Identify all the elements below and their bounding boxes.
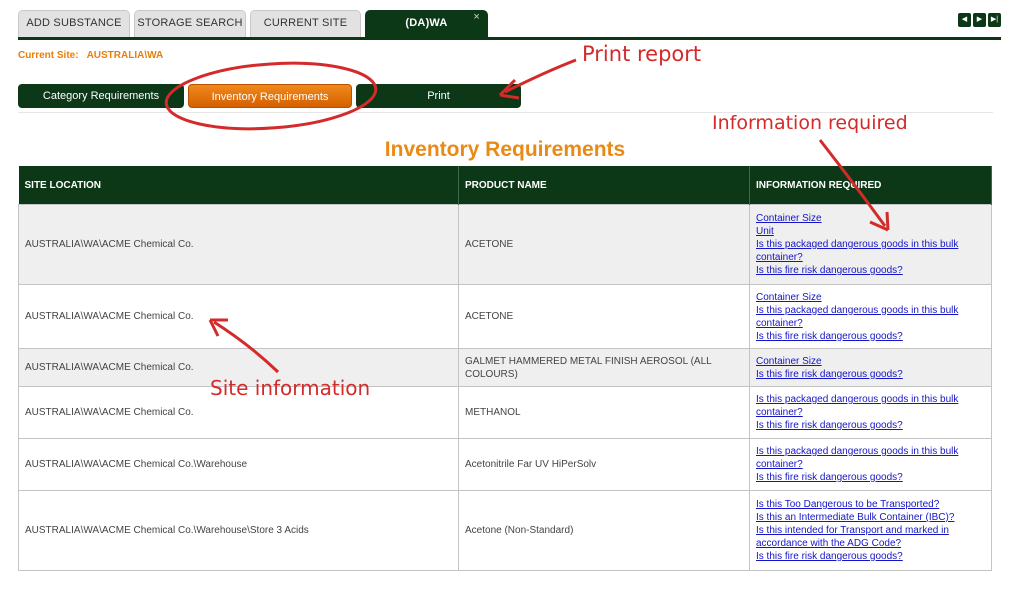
- info-link[interactable]: Is this intended for Transport and marke…: [756, 524, 985, 550]
- tab-navigation: ◀ ▶ ▶|: [958, 13, 1001, 28]
- info-link[interactable]: Unit: [756, 225, 985, 238]
- info-link[interactable]: Is this fire risk dangerous goods?: [756, 330, 985, 343]
- information-required-cell: Is this packaged dangerous goods in this…: [749, 386, 992, 439]
- info-link[interactable]: Is this packaged dangerous goods in this…: [756, 238, 985, 264]
- info-link[interactable]: Container Size: [756, 291, 985, 304]
- info-link[interactable]: Is this fire risk dangerous goods?: [756, 471, 985, 484]
- table-row: AUSTRALIA\WA\ACME Chemical Co.\Warehouse…: [18, 438, 992, 491]
- table-row: AUSTRALIA\WA\ACME Chemical Co.\Warehouse…: [18, 490, 992, 571]
- tab-add-substance[interactable]: ADD SUBSTANCE: [18, 10, 130, 37]
- tab-bar: ADD SUBSTANCE STORAGE SEARCH CURRENT SIT…: [18, 10, 1001, 37]
- page-title: Inventory Requirements: [384, 138, 626, 161]
- site-information-annotation: Site information: [210, 376, 371, 400]
- current-site-value: AUSTRALIA\WA: [86, 50, 164, 61]
- product-name-cell: GALMET HAMMERED METAL FINISH AEROSOL (AL…: [458, 348, 750, 387]
- header-information-required[interactable]: INFORMATION REQUIRED: [749, 166, 992, 205]
- tab-da-wa-label: (DA)WA: [405, 17, 448, 29]
- current-site: Current Site: AUSTRALIA\WA: [18, 50, 163, 61]
- tab-current-site[interactable]: CURRENT SITE: [250, 10, 361, 37]
- table-header-row: SITE LOCATION PRODUCT NAME INFORMATION R…: [18, 166, 992, 205]
- info-link[interactable]: Is this fire risk dangerous goods?: [756, 419, 985, 432]
- tab-da-wa[interactable]: (DA)WA ×: [365, 10, 488, 37]
- info-link[interactable]: Is this fire risk dangerous goods?: [756, 368, 985, 381]
- info-link[interactable]: Is this fire risk dangerous goods?: [756, 264, 985, 277]
- info-link[interactable]: Is this an Intermediate Bulk Container (…: [756, 511, 985, 524]
- current-site-label: Current Site:: [18, 50, 79, 61]
- print-report-annotation: Print report: [582, 42, 702, 66]
- information-required-cell: Container Size Unit Is this packaged dan…: [749, 204, 992, 285]
- information-required-cell: Container Size Is this fire risk dangero…: [749, 348, 992, 387]
- inventory-requirements-button[interactable]: Inventory Requirements: [188, 84, 352, 108]
- information-required-cell: Is this packaged dangerous goods in this…: [749, 438, 992, 491]
- site-location-cell: AUSTRALIA\WA\ACME Chemical Co.\Warehouse…: [18, 490, 459, 571]
- close-icon[interactable]: ×: [473, 5, 480, 30]
- print-button[interactable]: Print: [356, 84, 521, 108]
- table-row: AUSTRALIA\WA\ACME Chemical Co. GALMET HA…: [18, 348, 992, 387]
- tab-storage-search[interactable]: STORAGE SEARCH: [134, 10, 246, 37]
- product-name-cell: METHANOL: [458, 386, 750, 439]
- site-location-cell: AUSTRALIA\WA\ACME Chemical Co.: [18, 284, 459, 349]
- table-row: AUSTRALIA\WA\ACME Chemical Co. METHANOL …: [18, 386, 992, 439]
- category-requirements-button[interactable]: Category Requirements: [18, 84, 184, 108]
- table-row: AUSTRALIA\WA\ACME Chemical Co. ACETONE C…: [18, 284, 992, 349]
- product-name-cell: Acetone (Non-Standard): [458, 490, 750, 571]
- product-name-cell: ACETONE: [458, 204, 750, 285]
- table-row: AUSTRALIA\WA\ACME Chemical Co. ACETONE C…: [18, 204, 992, 285]
- inventory-table: SITE LOCATION PRODUCT NAME INFORMATION R…: [18, 166, 992, 571]
- site-location-cell: AUSTRALIA\WA\ACME Chemical Co.: [18, 204, 459, 285]
- scroll-left-icon[interactable]: ◀: [958, 13, 971, 27]
- info-link[interactable]: Is this packaged dangerous goods in this…: [756, 393, 985, 419]
- tab-underline: [18, 37, 1001, 40]
- info-link[interactable]: Is this packaged dangerous goods in this…: [756, 304, 985, 330]
- information-required-annotation: Information required: [712, 112, 908, 134]
- information-required-cell: Is this Too Dangerous to be Transported?…: [749, 490, 992, 571]
- info-link[interactable]: Container Size: [756, 355, 985, 368]
- scroll-end-icon[interactable]: ▶|: [988, 13, 1001, 27]
- scroll-right-icon[interactable]: ▶: [973, 13, 986, 27]
- information-required-cell: Container Size Is this packaged dangerou…: [749, 284, 992, 349]
- header-site-location[interactable]: SITE LOCATION: [18, 166, 459, 205]
- product-name-cell: ACETONE: [458, 284, 750, 349]
- info-link[interactable]: Is this packaged dangerous goods in this…: [756, 445, 985, 471]
- info-link[interactable]: Container Size: [756, 212, 985, 225]
- site-location-cell: AUSTRALIA\WA\ACME Chemical Co.\Warehouse: [18, 438, 459, 491]
- product-name-cell: Acetonitrile Far UV HiPerSolv: [458, 438, 750, 491]
- info-link[interactable]: Is this fire risk dangerous goods?: [756, 550, 985, 563]
- info-link[interactable]: Is this Too Dangerous to be Transported?: [756, 498, 985, 511]
- header-product-name[interactable]: PRODUCT NAME: [458, 166, 750, 205]
